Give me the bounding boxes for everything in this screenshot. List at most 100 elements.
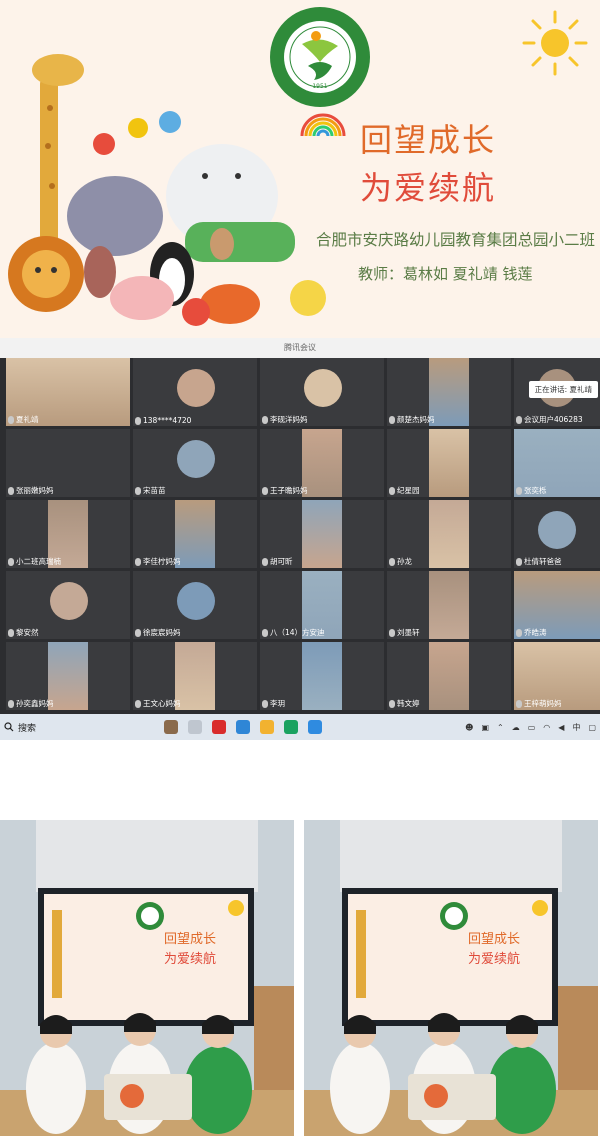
participant-name-text: 八（14）方安迪 bbox=[270, 628, 325, 637]
participant-tile[interactable]: 韩文婷 bbox=[387, 642, 511, 710]
participant-tile[interactable]: 刘墨轩 bbox=[387, 571, 511, 639]
tencent-meeting-icon[interactable] bbox=[308, 720, 322, 734]
board-title-line1: 回望成长 bbox=[164, 932, 217, 947]
participant-name: 王子瞻妈妈 bbox=[262, 485, 308, 496]
participant-tile[interactable]: 徐宸宸妈妈 bbox=[133, 571, 257, 639]
participant-name-text: 纪星园 bbox=[397, 486, 420, 495]
participant-tile[interactable]: 乔皓涛 bbox=[514, 571, 600, 639]
taskbar-search[interactable]: 搜索 bbox=[4, 721, 114, 734]
participant-tile[interactable]: 王子瞻妈妈 bbox=[260, 429, 384, 497]
participant-grid: 夏礼靖 138****4720 李砚洋妈妈 颜楚杰妈妈 会议用户406283 正在讲话: … bbox=[6, 358, 600, 714]
participant-tile[interactable]: 黎安然 bbox=[6, 571, 130, 639]
wps-icon[interactable] bbox=[212, 720, 226, 734]
file-explorer-icon[interactable] bbox=[188, 720, 202, 734]
microphone-icon bbox=[516, 557, 522, 566]
notification-icon[interactable]: ▢ bbox=[588, 723, 596, 732]
participant-video bbox=[48, 642, 88, 710]
participant-tile[interactable]: 杜倩轩爸爸 bbox=[514, 500, 600, 568]
participant-name: 杜倩轩爸爸 bbox=[516, 556, 562, 567]
chevron-up-icon[interactable]: ⌃ bbox=[497, 723, 504, 732]
speaker-icon[interactable]: ◀ bbox=[558, 723, 564, 732]
participant-tile[interactable]: 王文心妈妈 bbox=[133, 642, 257, 710]
people-icon[interactable]: ☻ bbox=[465, 723, 473, 732]
microphone-icon bbox=[8, 699, 14, 708]
participant-name-text: 乔皓涛 bbox=[524, 628, 547, 637]
participant-tile[interactable]: 张奕栎 bbox=[514, 429, 600, 497]
battery-icon[interactable]: ▭ bbox=[528, 723, 536, 732]
participant-tile[interactable]: 138****4720 bbox=[133, 358, 257, 426]
wifi-icon[interactable]: ◠ bbox=[543, 723, 550, 732]
tray-app-icon[interactable]: ▣ bbox=[481, 723, 489, 732]
participant-name-text: 黎安然 bbox=[16, 628, 39, 637]
video-meeting-screenshot: 腾讯会议 夏礼靖 138****4720 李砚洋妈妈 颜楚杰妈妈 会议用户406283 正… bbox=[0, 338, 600, 740]
wechat-icon[interactable] bbox=[284, 720, 298, 734]
participant-tile[interactable]: 李砚洋妈妈 bbox=[260, 358, 384, 426]
participant-name: 韩文婷 bbox=[389, 698, 420, 709]
teacher-names: 教师：葛林如 夏礼靖 钱莲 bbox=[358, 265, 533, 283]
participant-video bbox=[302, 642, 342, 710]
participant-name-text: 王文心妈妈 bbox=[143, 699, 181, 708]
participant-name-text: 张丽嫩妈妈 bbox=[16, 486, 54, 495]
microphone-icon bbox=[389, 699, 395, 708]
participant-tile[interactable]: 纪星园 bbox=[387, 429, 511, 497]
participant-name: 孙龙 bbox=[389, 556, 412, 567]
banner-title-line2: 为爱续航 bbox=[360, 169, 497, 207]
participant-name: 颜楚杰妈妈 bbox=[389, 414, 435, 425]
edge-browser-icon[interactable] bbox=[236, 720, 250, 734]
participant-name: 宋苗苗 bbox=[135, 485, 166, 496]
taskbar-search-label: 搜索 bbox=[18, 723, 37, 734]
participant-name: 会议用户406283 bbox=[516, 414, 583, 425]
school-class-name: 合肥市安庆路幼儿园教育集团总园小二班 bbox=[316, 231, 596, 249]
ime-indicator[interactable]: 中 bbox=[572, 722, 580, 733]
participant-name-text: 小二班高瑞楠 bbox=[16, 557, 61, 566]
participant-tile[interactable]: 夏礼靖 bbox=[6, 358, 130, 426]
participant-tile[interactable]: 胡可昕 bbox=[260, 500, 384, 568]
folder-icon[interactable] bbox=[260, 720, 274, 734]
participant-name-text: 李砚洋妈妈 bbox=[270, 415, 308, 424]
participant-tile[interactable]: 李佳柠妈妈 bbox=[133, 500, 257, 568]
windows-taskbar: 搜索 ☻ ▣ ⌃ ☁ ▭ ◠ ◀ 中 ▢ bbox=[0, 714, 600, 740]
participant-name: 乔皓涛 bbox=[516, 627, 547, 638]
participant-name: 张奕栎 bbox=[516, 485, 547, 496]
microphone-icon bbox=[135, 416, 141, 425]
cloud-icon[interactable]: ☁ bbox=[512, 723, 520, 732]
participant-name-text: 徐宸宸妈妈 bbox=[143, 628, 181, 637]
participant-tile[interactable]: 颜楚杰妈妈 bbox=[387, 358, 511, 426]
sun-icon bbox=[522, 10, 588, 76]
participant-video bbox=[175, 642, 215, 710]
participant-avatar bbox=[177, 440, 215, 478]
participant-tile[interactable]: 小二班高瑞楠 bbox=[6, 500, 130, 568]
microphone-icon bbox=[389, 557, 395, 566]
participant-tile[interactable]: 王梓萌妈妈 bbox=[514, 642, 600, 710]
microphone-icon bbox=[8, 486, 14, 495]
participant-name-text: 张奕栎 bbox=[524, 486, 547, 495]
participant-name: 胡可昕 bbox=[262, 556, 293, 567]
participant-video bbox=[429, 500, 469, 568]
participant-tile[interactable]: 孙奕鑫妈妈 bbox=[6, 642, 130, 710]
microphone-icon bbox=[516, 415, 522, 424]
animals-illustration bbox=[8, 54, 326, 326]
participant-avatar bbox=[50, 582, 88, 620]
microphone-icon bbox=[516, 628, 522, 637]
board-title-line2: 为爱续航 bbox=[468, 952, 521, 967]
participant-name: 小二班高瑞楠 bbox=[8, 556, 61, 567]
app-icon[interactable] bbox=[164, 720, 178, 734]
participant-name: 夏礼靖 bbox=[8, 414, 39, 425]
participant-name-text: 孙奕鑫妈妈 bbox=[16, 699, 54, 708]
participant-name-text: 会议用户406283 bbox=[524, 415, 583, 424]
participant-name: 徐宸宸妈妈 bbox=[135, 627, 181, 638]
banner-title-line1: 回望成长 bbox=[360, 121, 497, 159]
participant-name: 李砚洋妈妈 bbox=[262, 414, 308, 425]
participant-tile[interactable]: 孙龙 bbox=[387, 500, 511, 568]
participant-tile[interactable]: 宋苗苗 bbox=[133, 429, 257, 497]
participant-video bbox=[302, 429, 342, 497]
search-icon bbox=[4, 722, 14, 732]
participant-avatar bbox=[177, 582, 215, 620]
participant-tile[interactable]: 李玥 bbox=[260, 642, 384, 710]
participant-video bbox=[429, 571, 469, 639]
microphone-icon bbox=[135, 486, 141, 495]
participant-name: 八（14）方安迪 bbox=[262, 627, 325, 638]
participant-tile[interactable]: 张丽嫩妈妈 bbox=[6, 429, 130, 497]
participant-tile[interactable]: 会议用户406283 正在讲话: 夏礼靖 bbox=[514, 358, 600, 426]
participant-tile[interactable]: 八（14）方安迪 bbox=[260, 571, 384, 639]
